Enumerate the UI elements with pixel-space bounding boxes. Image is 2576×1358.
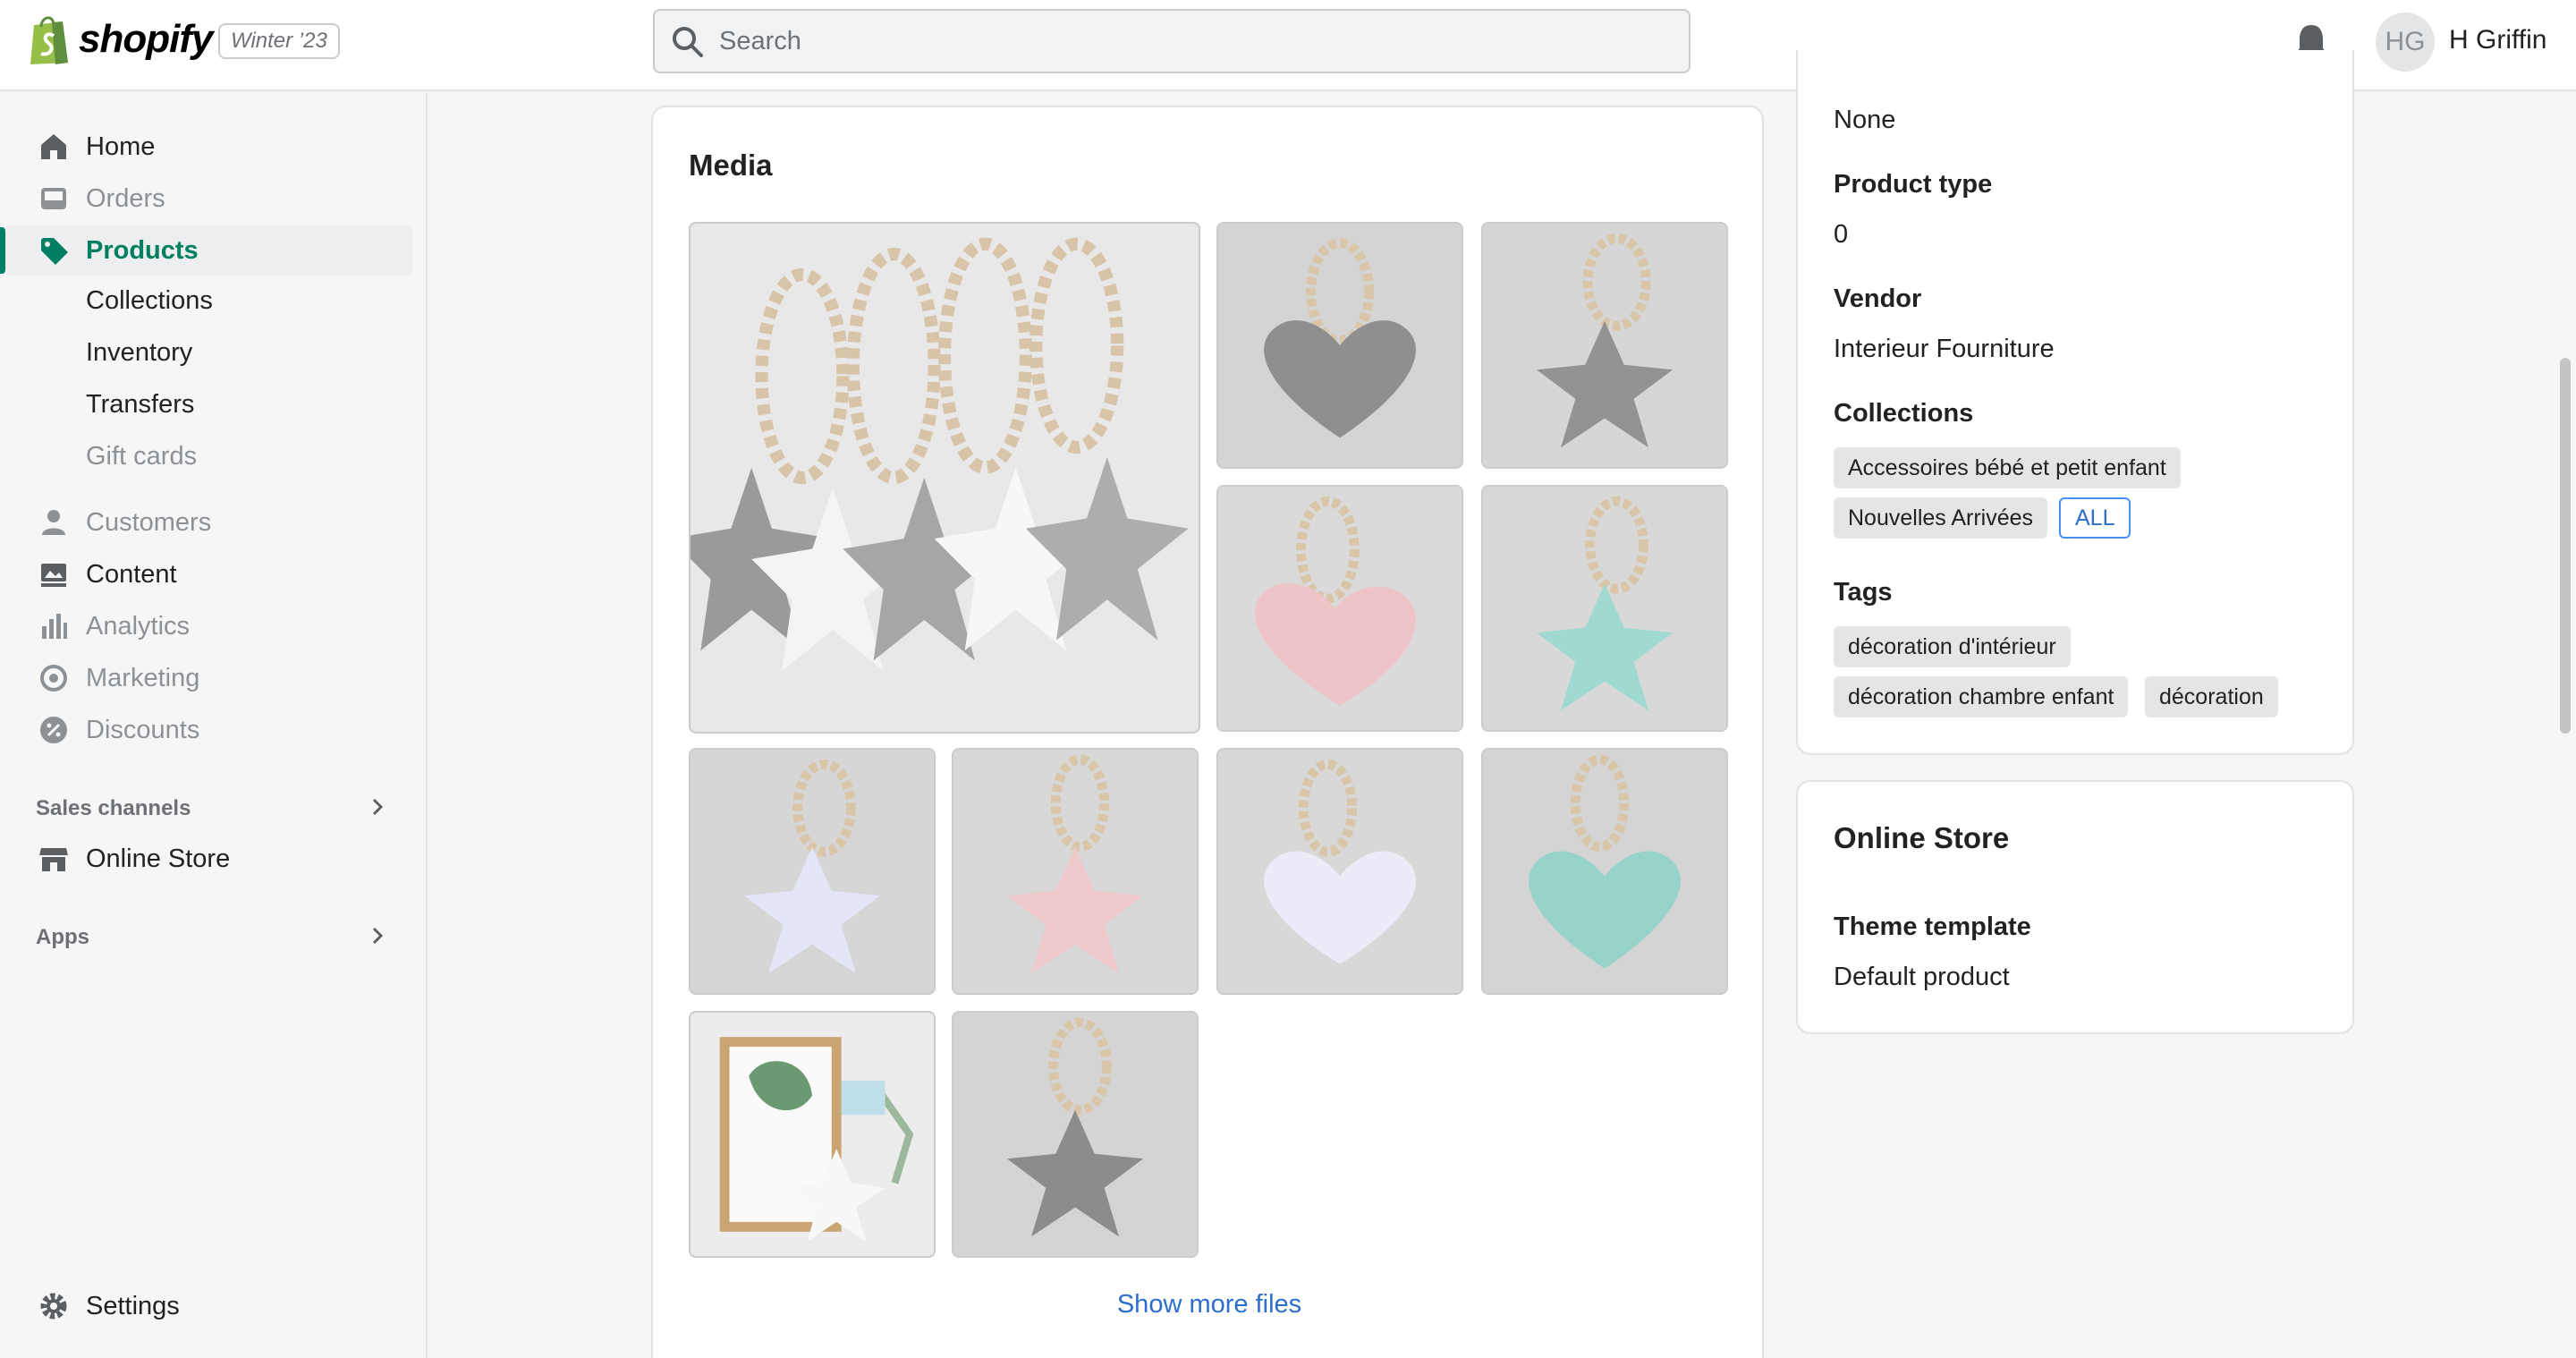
sidebar-item-orders[interactable]: Orders: [0, 174, 413, 224]
image-icon: [41, 564, 66, 587]
theme-template-value[interactable]: Default product: [1834, 963, 2010, 992]
sidebar-item-settings[interactable]: Settings: [0, 1281, 413, 1331]
online-store-title: Online Store: [1834, 821, 2010, 854]
media-thumbnail-pink-heart[interactable]: [1216, 485, 1463, 732]
chevron-right-icon[interactable]: [367, 925, 388, 946]
shopify-logo[interactable]: shopify: [27, 13, 213, 66]
sidebar-item-gift-cards[interactable]: Gift cards: [86, 442, 197, 471]
collection-tag[interactable]: Nouvelles Arrivées: [1834, 497, 2048, 539]
gear-icon: [40, 1293, 67, 1320]
online-store-card: Online Store Theme template Default prod…: [1796, 780, 2354, 1034]
search-icon: [673, 27, 703, 57]
product-type-label: Product type: [1834, 170, 1993, 199]
brand-name: shopify: [79, 17, 213, 61]
person-icon: [42, 510, 65, 535]
sidebar-item-label: Orders: [86, 183, 165, 213]
media-thumbnail-grey-star[interactable]: [1481, 222, 1728, 469]
sidebar-item-label: Customers: [86, 507, 212, 537]
sidebar-item-customers[interactable]: Customers: [0, 497, 413, 547]
sidebar-item-transfers[interactable]: Transfers: [86, 390, 194, 420]
collection-tag-all[interactable]: ALL: [2059, 497, 2131, 539]
sidebar-item-label: Discounts: [86, 715, 200, 744]
sidebar-item-label: Online Store: [86, 844, 231, 873]
sidebar-item-home[interactable]: Home: [0, 122, 413, 172]
tags-label: Tags: [1834, 578, 1893, 607]
discount-icon: [40, 717, 67, 743]
vendor-label: Vendor: [1834, 284, 1922, 313]
inbox-icon: [41, 188, 66, 209]
sidebar-item-label: Settings: [86, 1291, 180, 1320]
product-tag[interactable]: décoration chambre enfant: [1834, 676, 2129, 717]
media-thumbnail-grey-star-2[interactable]: [952, 1011, 1199, 1258]
organization-top-value: None: [1834, 106, 1896, 134]
sidebar-item-marketing[interactable]: Marketing: [0, 653, 413, 703]
tag-icon: [41, 238, 68, 265]
sidebar-item-label: Marketing: [86, 663, 200, 692]
collections-label: Collections: [1834, 399, 1974, 428]
bar-chart-icon: [42, 614, 67, 639]
collection-tag[interactable]: Accessoires bébé et petit enfant: [1834, 447, 2181, 488]
sidebar-item-content[interactable]: Content: [0, 549, 413, 599]
sidebar-item-analytics[interactable]: Analytics: [0, 601, 413, 651]
sidebar-item-collections[interactable]: Collections: [86, 286, 213, 316]
media-thumbnail-stars-group[interactable]: [689, 222, 1200, 734]
sidebar: Home Orders Products Collections Invento…: [0, 93, 428, 1358]
user-name[interactable]: H Griffin: [2449, 25, 2546, 55]
show-more-files-link[interactable]: Show more files: [653, 1290, 1766, 1320]
product-tag[interactable]: décoration: [2145, 676, 2278, 717]
scrollbar[interactable]: [2560, 358, 2571, 734]
media-thumbnail-mint-star[interactable]: [1481, 485, 1728, 732]
media-thumbnail-pink-star[interactable]: [952, 748, 1199, 995]
sidebar-item-label: Home: [86, 132, 156, 161]
sidebar-item-discounts[interactable]: Discounts: [0, 705, 413, 755]
media-card: Media Show more files: [651, 106, 1764, 1358]
sidebar-item-inventory[interactable]: Inventory: [86, 338, 192, 368]
product-type-value: 0: [1834, 220, 1849, 249]
shopify-bag-icon: [30, 16, 68, 64]
media-thumbnail-mint-heart[interactable]: [1481, 748, 1728, 995]
sales-channels-header[interactable]: Sales channels: [36, 796, 191, 821]
target-icon: [40, 665, 67, 692]
theme-template-label: Theme template: [1834, 912, 2031, 941]
media-thumbnail-lavender-star[interactable]: [689, 748, 936, 995]
product-tag[interactable]: décoration d'intérieur: [1834, 626, 2071, 667]
chevron-right-icon[interactable]: [367, 796, 388, 818]
media-thumbnail-clipboard-flatlay[interactable]: [689, 1011, 936, 1258]
sidebar-item-online-store[interactable]: Online Store: [0, 834, 413, 884]
home-icon: [41, 134, 66, 159]
avatar[interactable]: HG: [2376, 13, 2435, 72]
store-icon: [39, 848, 68, 871]
product-organization-card: None Product type 0 Vendor Interieur Fou…: [1796, 50, 2354, 755]
vendor-value: Interieur Fourniture: [1834, 335, 2055, 363]
sidebar-item-label: Products: [86, 235, 199, 265]
sidebar-item-label: Content: [86, 559, 177, 589]
sidebar-item-products[interactable]: Products: [0, 225, 413, 276]
edition-badge: Winter ’23: [218, 23, 340, 59]
media-title: Media: [689, 149, 773, 182]
apps-header[interactable]: Apps: [36, 925, 89, 950]
media-thumbnail-lavender-heart[interactable]: [1216, 748, 1463, 995]
search-bar[interactable]: [653, 9, 1690, 73]
search-input[interactable]: [719, 11, 1667, 72]
media-thumbnail-grey-heart[interactable]: [1216, 222, 1463, 469]
sidebar-item-label: Analytics: [86, 611, 191, 641]
